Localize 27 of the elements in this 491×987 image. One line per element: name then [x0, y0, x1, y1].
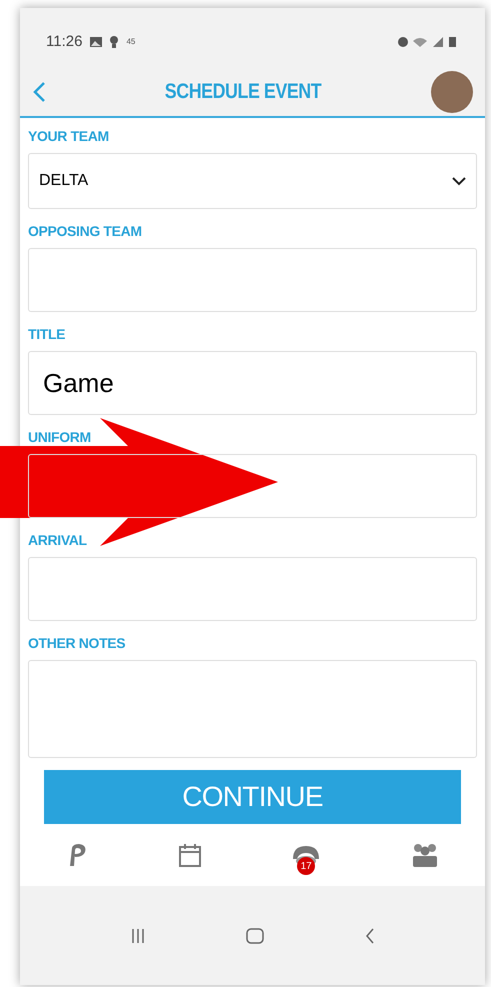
- notification-badge: 17: [297, 857, 316, 875]
- input-field[interactable]: [28, 248, 477, 312]
- temperature-text: 45: [126, 36, 136, 48]
- field-label: TITLE: [28, 325, 66, 344]
- field-label: YOUR TEAM: [28, 127, 110, 146]
- bulb-icon: [110, 36, 118, 48]
- status-icons-drawing: [397, 36, 459, 48]
- clock-text: 11:26: [46, 32, 82, 52]
- input-field[interactable]: Game: [28, 351, 477, 415]
- back-nav-icon[interactable]: [364, 928, 374, 944]
- select-value: DELTA: [39, 171, 88, 191]
- input-field[interactable]: [28, 557, 477, 621]
- chevron-down-icon: [452, 176, 466, 186]
- notes-field[interactable]: [28, 660, 477, 758]
- field-label: ARRIVAL: [28, 531, 88, 550]
- image-icon: [90, 37, 102, 47]
- field-label: OPPOSING TEAM: [28, 222, 143, 241]
- recent-apps-icon[interactable]: [130, 928, 144, 944]
- avatar[interactable]: [431, 71, 473, 113]
- calendar-icon[interactable]: [178, 842, 202, 868]
- field-label: UNIFORM: [28, 428, 92, 447]
- input-field[interactable]: [28, 454, 477, 518]
- field-label: OTHER NOTES: [28, 634, 126, 653]
- page-title: SCHEDULE EVENT: [165, 79, 322, 106]
- home-icon[interactable]: [246, 928, 264, 944]
- back-icon: [32, 81, 46, 103]
- team-select[interactable]: DELTA: [28, 153, 477, 209]
